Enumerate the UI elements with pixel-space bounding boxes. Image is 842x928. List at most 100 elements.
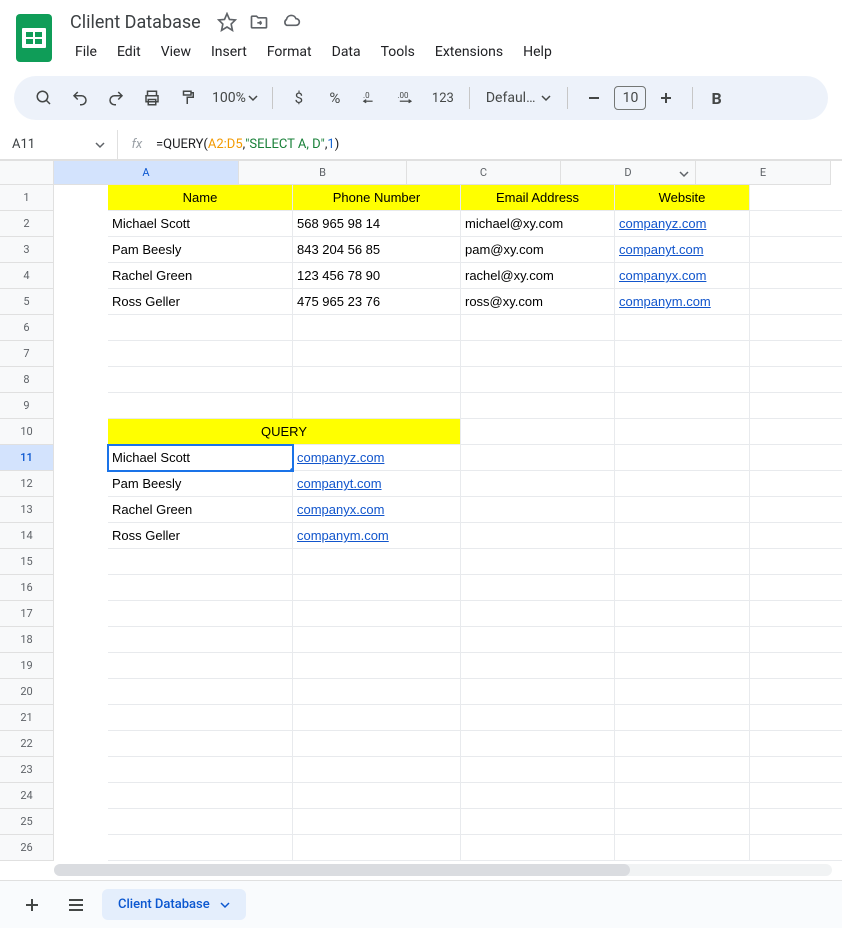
cell-D3[interactable]: companyt.com [615, 237, 750, 263]
column-header-D[interactable]: D [561, 161, 696, 185]
sheets-logo[interactable] [10, 8, 58, 68]
decrease-decimal-icon[interactable]: .0 [355, 82, 387, 114]
cell-B22[interactable] [293, 731, 461, 757]
cell-E4[interactable] [750, 263, 842, 289]
cell-E18[interactable] [750, 627, 842, 653]
column-header-E[interactable]: E [696, 161, 831, 185]
cell-D23[interactable] [615, 757, 750, 783]
cell-C5[interactable]: ross@xy.com [461, 289, 615, 315]
row-header-7[interactable]: 7 [0, 341, 54, 367]
decrease-font-size-button[interactable] [578, 82, 610, 114]
cell-E1[interactable] [750, 185, 842, 211]
zoom-select[interactable]: 100% [208, 90, 262, 106]
scrollbar-thumb[interactable] [54, 864, 630, 876]
cell-D12[interactable] [615, 471, 750, 497]
row-header-16[interactable]: 16 [0, 575, 54, 601]
cell-E21[interactable] [750, 705, 842, 731]
row-header-8[interactable]: 8 [0, 367, 54, 393]
cell-B16[interactable] [293, 575, 461, 601]
cell-C16[interactable] [461, 575, 615, 601]
cell-D21[interactable] [615, 705, 750, 731]
cell-D4[interactable]: companyx.com [615, 263, 750, 289]
cell-A18[interactable] [108, 627, 293, 653]
cell-A4[interactable]: Rachel Green [108, 263, 293, 289]
cell-B5[interactable]: 475 965 23 76 [293, 289, 461, 315]
menu-edit[interactable]: Edit [108, 38, 150, 66]
name-box[interactable]: A11 [0, 130, 118, 159]
cell-A7[interactable] [108, 341, 293, 367]
cell-B17[interactable] [293, 601, 461, 627]
row-header-18[interactable]: 18 [0, 627, 54, 653]
cell-A8[interactable] [108, 367, 293, 393]
cell-D22[interactable] [615, 731, 750, 757]
row-header-3[interactable]: 3 [0, 237, 54, 263]
cell-B21[interactable] [293, 705, 461, 731]
cell-B13[interactable]: companyx.com [293, 497, 461, 523]
cell-D14[interactable] [615, 523, 750, 549]
cell-D7[interactable] [615, 341, 750, 367]
cell-A23[interactable] [108, 757, 293, 783]
row-header-13[interactable]: 13 [0, 497, 54, 523]
row-header-19[interactable]: 19 [0, 653, 54, 679]
cell-D2[interactable]: companyz.com [615, 211, 750, 237]
cell-E3[interactable] [750, 237, 842, 263]
cell-E7[interactable] [750, 341, 842, 367]
cell-E6[interactable] [750, 315, 842, 341]
cell-A3[interactable]: Pam Beesly [108, 237, 293, 263]
doc-title[interactable]: Clilent Database [66, 10, 205, 35]
cell-A9[interactable] [108, 393, 293, 419]
column-header-A[interactable]: A [54, 161, 239, 185]
cell-A21[interactable] [108, 705, 293, 731]
cell-C17[interactable] [461, 601, 615, 627]
cell-B18[interactable] [293, 627, 461, 653]
cell-B7[interactable] [293, 341, 461, 367]
cell-A16[interactable] [108, 575, 293, 601]
cell-D10[interactable] [615, 419, 750, 445]
row-header-20[interactable]: 20 [0, 679, 54, 705]
cell-C12[interactable] [461, 471, 615, 497]
cell-E10[interactable] [750, 419, 842, 445]
cell-C19[interactable] [461, 653, 615, 679]
cell-B8[interactable] [293, 367, 461, 393]
row-header-15[interactable]: 15 [0, 549, 54, 575]
cell-A13[interactable]: Rachel Green [108, 497, 293, 523]
sheet-tab-active[interactable]: Client Database [102, 889, 246, 920]
cell-A12[interactable]: Pam Beesly [108, 471, 293, 497]
row-header-1[interactable]: 1 [0, 185, 54, 211]
cell-D18[interactable] [615, 627, 750, 653]
row-header-23[interactable]: 23 [0, 757, 54, 783]
cell-B2[interactable]: 568 965 98 14 [293, 211, 461, 237]
cell-B15[interactable] [293, 549, 461, 575]
cell-D15[interactable] [615, 549, 750, 575]
cell-D16[interactable] [615, 575, 750, 601]
row-header-26[interactable]: 26 [0, 835, 54, 861]
cell-D6[interactable] [615, 315, 750, 341]
cell-C7[interactable] [461, 341, 615, 367]
add-sheet-button[interactable] [14, 887, 50, 923]
cell-E15[interactable] [750, 549, 842, 575]
cell-C11[interactable] [461, 445, 615, 471]
cell-E16[interactable] [750, 575, 842, 601]
cell-C21[interactable] [461, 705, 615, 731]
row-header-5[interactable]: 5 [0, 289, 54, 315]
all-sheets-button[interactable] [58, 887, 94, 923]
cell-C4[interactable]: rachel@xy.com [461, 263, 615, 289]
cell-C20[interactable] [461, 679, 615, 705]
percent-icon[interactable]: % [319, 82, 351, 114]
cell-A2[interactable]: Michael Scott [108, 211, 293, 237]
cell-C8[interactable] [461, 367, 615, 393]
cell-D17[interactable] [615, 601, 750, 627]
row-header-10[interactable]: 10 [0, 419, 54, 445]
cell-A19[interactable] [108, 653, 293, 679]
cell-E25[interactable] [750, 809, 842, 835]
cell-E20[interactable] [750, 679, 842, 705]
spreadsheet-grid[interactable]: 1234567891011121314151617181920212223242… [0, 160, 842, 861]
row-header-25[interactable]: 25 [0, 809, 54, 835]
row-header-14[interactable]: 14 [0, 523, 54, 549]
cell-B12[interactable]: companyt.com [293, 471, 461, 497]
menu-format[interactable]: Format [258, 38, 321, 66]
cell-A22[interactable] [108, 731, 293, 757]
cell-A24[interactable] [108, 783, 293, 809]
cell-A11[interactable]: Michael Scott [108, 445, 293, 471]
cell-E2[interactable] [750, 211, 842, 237]
